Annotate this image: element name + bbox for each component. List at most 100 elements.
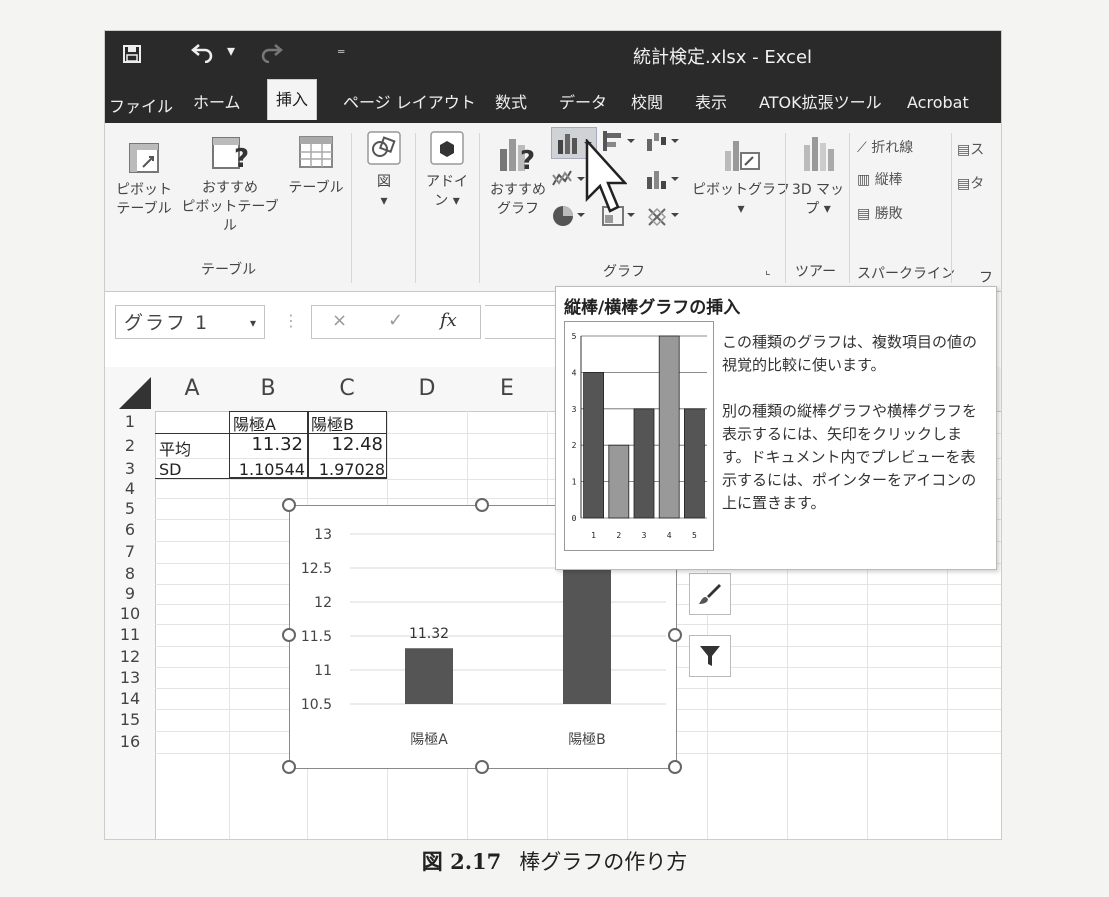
preview-bar [658,335,680,519]
cancel-button[interactable]: × [332,310,347,331]
tooltip-preview-chart: 5 4 3 2 1 0 1 2 3 4 5 [572,332,707,540]
row-header[interactable]: 5 [105,498,156,520]
column-header-e[interactable]: E [467,367,548,412]
tab-home[interactable]: ホーム [193,89,241,113]
tab-insert[interactable]: 挿入 [267,79,318,120]
undo-icon[interactable] [191,41,217,67]
column-header-c[interactable]: C [307,367,388,412]
cell-a2[interactable]: 平均 [159,436,191,460]
preview-bar [633,408,655,519]
enter-button[interactable]: ✓ [388,310,403,331]
cell-a3[interactable]: SD [159,460,181,479]
illustrations-button[interactable]: 図 ▾ [359,129,409,211]
y-tick-label: 10.5 [301,697,332,713]
redo-icon[interactable] [257,41,283,67]
recommended-pivot-icon: ? [210,133,250,174]
formula-input[interactable] [485,305,565,339]
addins-button[interactable]: アドイ ン ▾ [419,129,475,211]
sparkline-winloss-button[interactable]: ▤ 勝敗 [857,203,903,223]
pivot-chart-button[interactable]: ピボットグラフ ▾ [689,131,793,219]
tab-review[interactable]: 校閲 [631,89,663,113]
group-separator [849,133,850,283]
pivot-table-button[interactable]: ピボット テーブル [109,141,179,219]
name-box[interactable]: グラフ 1 ▾ [115,305,265,339]
tab-atok[interactable]: ATOK拡張ツール [759,89,882,113]
chart-resize-handle[interactable] [282,760,296,774]
row-header[interactable]: 6 [105,519,156,542]
map-3d-label-1: 3D マッ [791,182,845,198]
column-header-a[interactable]: A [155,367,230,412]
chart-resize-handle[interactable] [475,760,489,774]
tab-file[interactable]: ファイル [109,93,173,117]
slicer-button[interactable]: ▤ス [957,139,984,159]
cell-c3[interactable]: 1.97028 [307,460,385,479]
cell-b2[interactable]: 11.32 [229,434,303,455]
chart-resize-handle[interactable] [475,498,489,512]
select-all-button[interactable] [105,367,156,412]
row-header[interactable]: 12 [105,646,156,668]
tab-data[interactable]: データ [559,89,607,113]
tab-acrobat[interactable]: Acrobat [907,93,969,112]
tab-page-layout[interactable]: ページ レイアウト [343,89,476,113]
chart-styles-button[interactable] [689,573,731,615]
tab-formulas[interactable]: 数式 [495,89,527,113]
recommended-charts-icon: ? [496,131,540,176]
row-header-filler [105,753,156,839]
bar [563,569,611,704]
svg-text:?: ? [234,144,249,173]
excel-window: ▾ ₌ 統計検定.xlsx - Excel ファイル ホーム 挿入 ページ レイ… [104,30,1002,840]
tooltip-preview-frame: 5 4 3 2 1 0 1 2 3 4 5 [564,321,714,551]
column-header-b[interactable]: B [229,367,308,412]
row-header[interactable]: 13 [105,667,156,689]
recommended-pivot-button[interactable]: ? おすすめ ピボットテーブル [177,133,283,236]
chevron-down-icon[interactable]: ▾ [250,306,256,340]
y-tick-label: 12 [314,595,332,611]
waterfall-chart-icon[interactable] [645,129,685,159]
row-header[interactable]: 2 [105,433,156,459]
cell-c2[interactable]: 12.48 [307,434,383,455]
cell-c1[interactable]: 陽極B [311,411,354,435]
table-button[interactable]: テーブル [281,133,351,198]
chart-resize-handle[interactable] [282,628,296,642]
dialog-launcher-icon[interactable]: ⌞ [765,263,771,277]
customize-icon[interactable]: ₌ [337,39,345,58]
combo-chart-icon[interactable] [645,203,685,233]
statistic-chart-icon[interactable] [645,167,685,195]
row-header[interactable]: 4 [105,479,156,499]
chart-resize-handle[interactable] [668,760,682,774]
illustrations-label: 図 [377,174,391,190]
row-header[interactable]: 11 [105,624,156,647]
row-header[interactable]: 8 [105,563,156,585]
chart-filters-button[interactable] [689,635,731,677]
tab-view[interactable]: 表示 [695,89,727,113]
sparkline-line-button[interactable]: ⟋ 折れ線 [857,137,913,157]
insert-function-button[interactable]: fx [440,310,457,331]
row-header[interactable]: 7 [105,541,156,564]
cell-b1[interactable]: 陽極A [233,411,276,435]
cell-b3[interactable]: 1.10544 [229,460,305,479]
save-icon[interactable] [123,45,141,67]
sparkline-column-icon: ▥ [857,172,875,188]
timeline-button[interactable]: ▤タ [957,173,984,193]
row-header[interactable]: 16 [105,731,156,754]
group-label-tour: ツアー [795,264,837,280]
sparkline-column-button[interactable]: ▥ 縦棒 [857,169,903,189]
row-header[interactable]: 1 [105,411,156,434]
row-header[interactable]: 10 [105,604,156,625]
chart-resize-handle[interactable] [282,498,296,512]
tooltip-title: 縦棒/横棒グラフの挿入 [564,298,741,318]
map-3d-button[interactable]: 3D マッ プ ▾ [789,131,847,219]
dropdown-icon[interactable]: ▾ [227,41,235,60]
row-header[interactable]: 9 [105,584,156,605]
row-header[interactable]: 15 [105,709,156,732]
sparkline-line-label: 折れ線 [871,140,914,156]
recommended-charts-button[interactable]: ? おすすめ グラフ [483,131,553,219]
row-header[interactable]: 3 [105,458,156,480]
column-header-d[interactable]: D [387,367,468,412]
row-header[interactable]: 14 [105,688,156,710]
chart-resize-handle[interactable] [668,628,682,642]
preview-x-tick: 3 [642,531,647,540]
recommended-charts-label-1: おすすめ [490,182,546,198]
group-separator [415,133,416,283]
group-separator [351,133,352,283]
